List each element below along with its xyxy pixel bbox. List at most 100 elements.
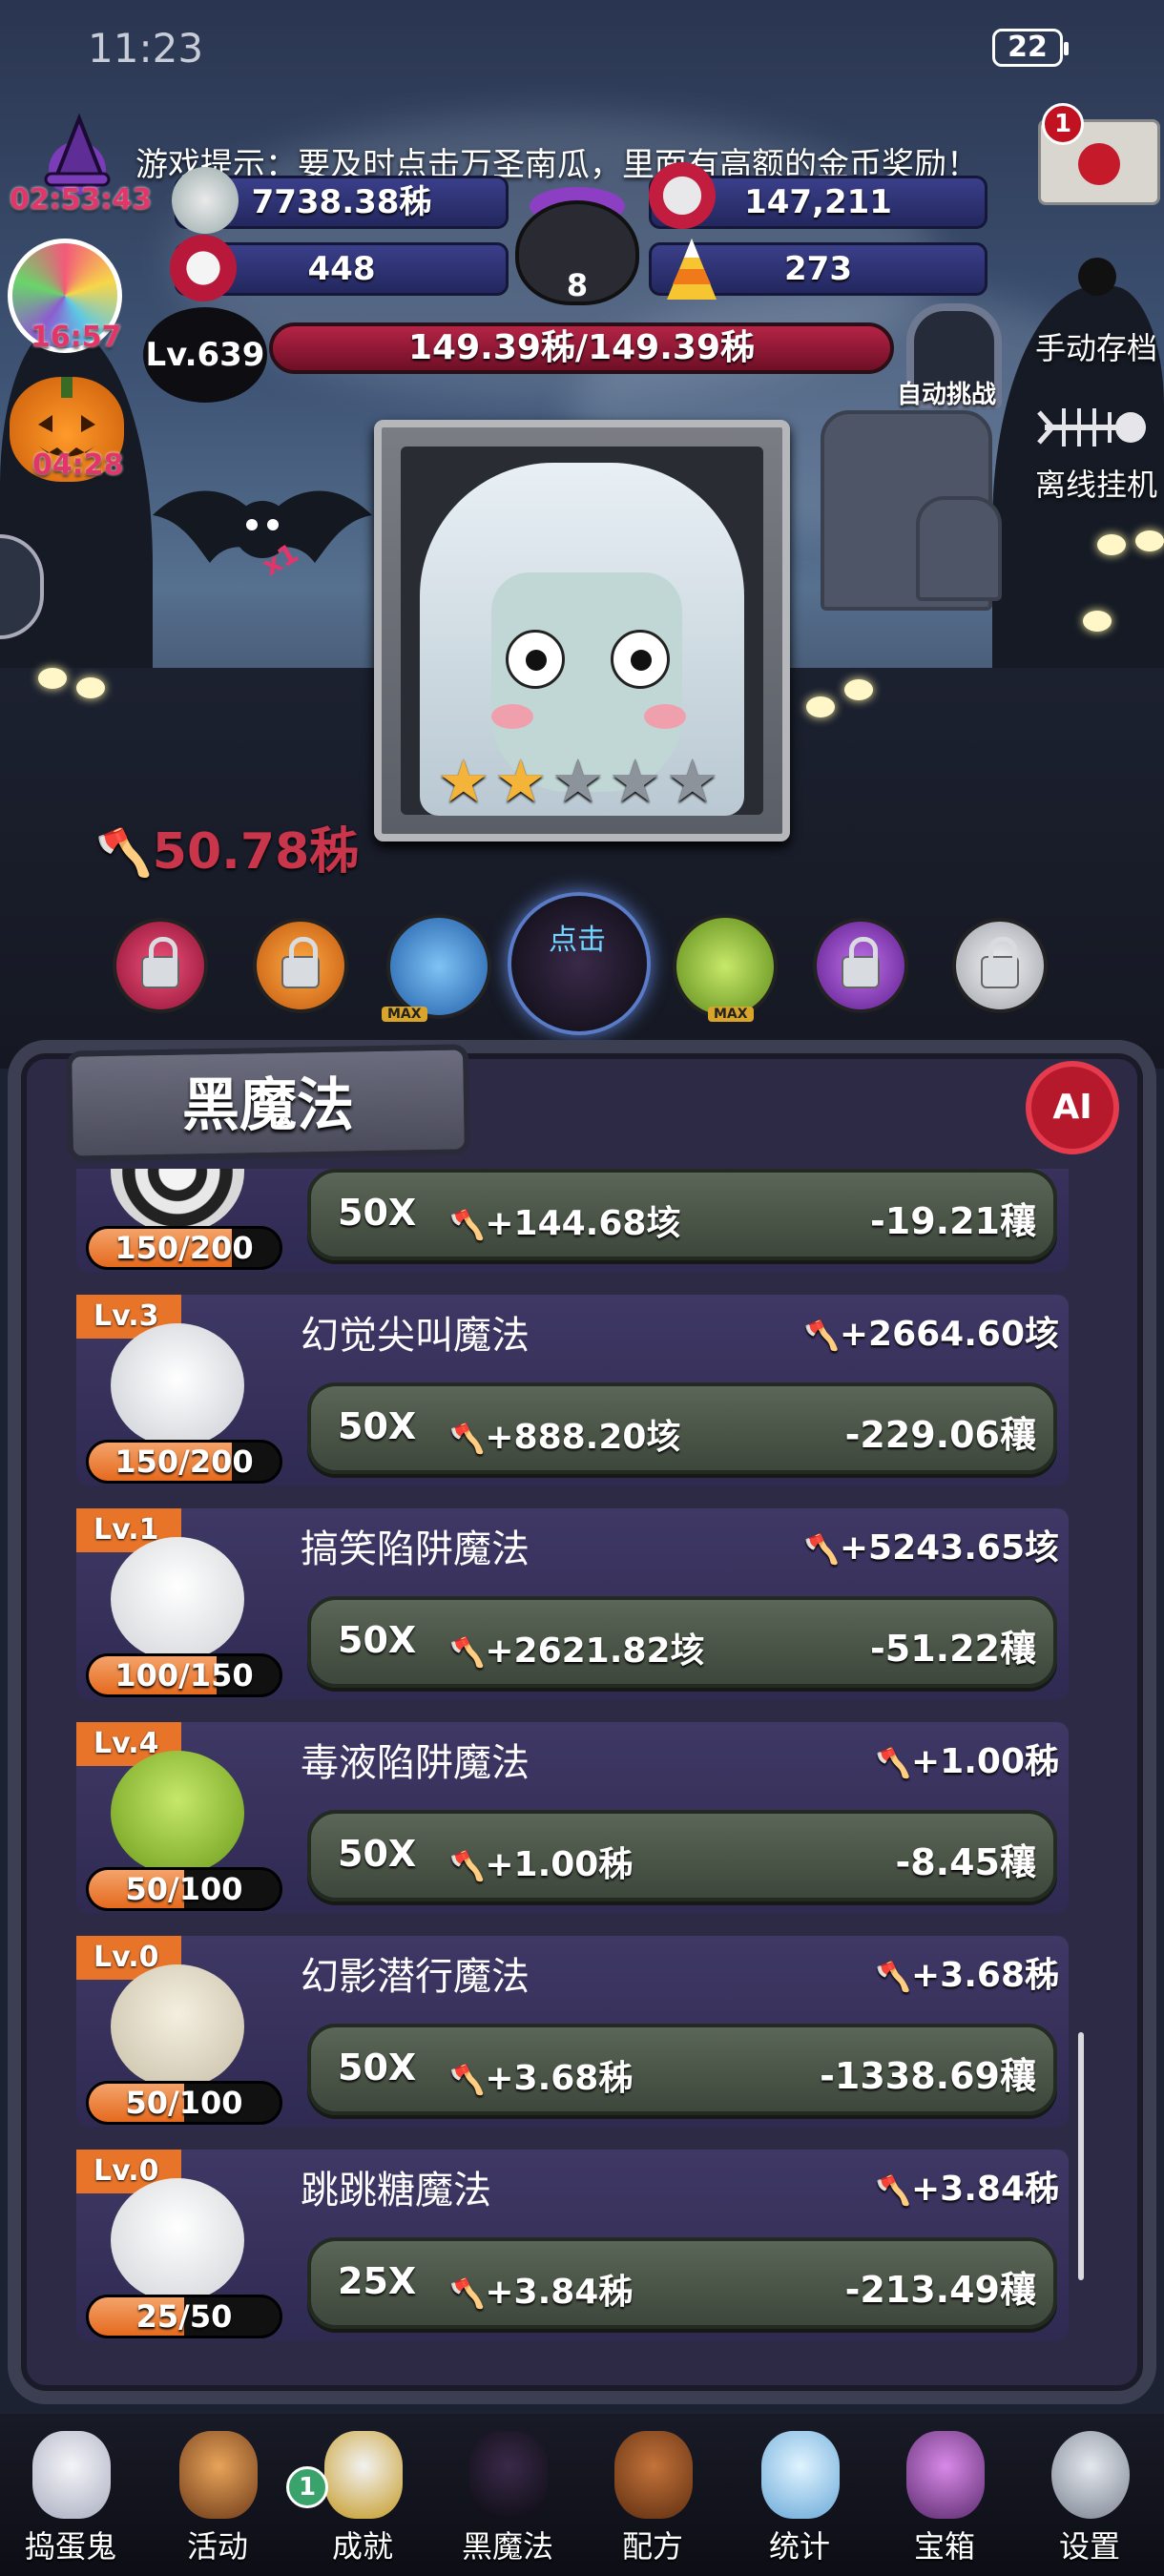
upgrade-button[interactable]: 50X 🪓+2621.82垓 -51.22穰 bbox=[307, 1596, 1057, 1688]
upgrade-button[interactable]: 25X 🪓+3.84秭 -213.49穰 bbox=[307, 2237, 1057, 2329]
upgrade-gain-value: +1.00秭 bbox=[485, 1845, 634, 1884]
axe-icon: 🪓 bbox=[803, 1319, 840, 1353]
candy-timer: 16:57 bbox=[31, 321, 122, 354]
spell-progress-text: 25/50 bbox=[135, 2298, 233, 2335]
locked-slot-white[interactable] bbox=[952, 918, 1048, 1013]
axe-icon: 🪓 bbox=[95, 826, 153, 880]
click-damage: 🪓50.78秭 bbox=[95, 811, 359, 883]
spell-row: Lv.0 25/50 跳跳糖魔法 🪓+3.84秭 25X 🪓+3.84秭 -213.49穰 bbox=[76, 2150, 1069, 2354]
boss-blush-left bbox=[491, 704, 533, 729]
upgrade-cost: -213.49穰 bbox=[844, 2269, 1036, 2311]
ai-button[interactable]: AI bbox=[1026, 1061, 1119, 1154]
nav-item-0[interactable]: 捣蛋鬼 bbox=[4, 2414, 137, 2576]
nav-item-4[interactable]: 配方 bbox=[586, 2414, 719, 2576]
upgrade-button[interactable]: 50X 🪓+3.68秭 -1338.69穰 bbox=[307, 2024, 1057, 2115]
axe-icon: 🪓 bbox=[449, 2277, 486, 2311]
offline-idle-label[interactable]: 离线挂机 bbox=[1035, 461, 1157, 505]
green-skull-slot[interactable] bbox=[673, 914, 778, 1019]
nav-label: 活动 bbox=[186, 2528, 248, 2565]
spell-progress-bar: 150/200 bbox=[86, 1226, 282, 1270]
level-badge: Lv.639 bbox=[143, 307, 267, 403]
spell-progress-text: 150/200 bbox=[114, 1444, 254, 1480]
upgrade-gain: 🪓+2621.82垓 bbox=[449, 1623, 705, 1672]
corn-candy-value: 273 bbox=[784, 250, 852, 288]
click-damage-value: 50.78秭 bbox=[152, 823, 360, 881]
boss-blush-right bbox=[644, 704, 686, 729]
skull-potion-icon bbox=[649, 162, 716, 229]
locked-slot-purple[interactable] bbox=[813, 918, 908, 1013]
nav-item-7[interactable]: 设置 bbox=[1023, 2414, 1156, 2576]
spider-icon[interactable] bbox=[1078, 258, 1116, 296]
star-filled-icon: ★ bbox=[494, 746, 548, 816]
nav-item-6[interactable]: 宝箱 bbox=[878, 2414, 1011, 2576]
achievement-badge: 1 bbox=[286, 2466, 328, 2508]
upgrade-gain-value: +2621.82垓 bbox=[485, 1631, 705, 1671]
nav-label: 黑魔法 bbox=[461, 2528, 553, 2565]
nav-label: 宝箱 bbox=[913, 2528, 975, 2565]
spell-row: 150/200 50X 🪓+144.68垓 -19.21穰 bbox=[76, 1169, 1069, 1285]
witch-timer: 02:53:43 bbox=[10, 183, 153, 217]
manual-save-label[interactable]: 手动存档 bbox=[1035, 324, 1157, 368]
fish-bone-icon[interactable] bbox=[1035, 399, 1150, 456]
locked-slot-orange[interactable] bbox=[253, 918, 348, 1013]
blue-skull-slot[interactable] bbox=[386, 914, 491, 1019]
spell-list[interactable]: 150/200 50X 🪓+144.68垓 -19.21穰 Lv.3 150/200 幻觉尖… bbox=[76, 1169, 1069, 2380]
scrollbar[interactable] bbox=[1078, 2032, 1084, 2280]
lock-icon bbox=[981, 937, 1019, 988]
spell-progress-text: 50/100 bbox=[125, 2085, 243, 2121]
spell-progress-bar: 150/200 bbox=[86, 1440, 282, 1484]
cauldron-count: 8 bbox=[566, 267, 589, 303]
axe-icon: 🪓 bbox=[449, 1636, 486, 1670]
poison-zombie-icon bbox=[111, 1751, 244, 1875]
upgrade-gain: 🪓+1.00秭 bbox=[449, 1837, 633, 1886]
upgrade-button[interactable]: 50X 🪓+888.20垓 -229.06穰 bbox=[307, 1382, 1057, 1474]
axe-icon: 🪓 bbox=[449, 1850, 486, 1883]
screaming-ghost-icon bbox=[111, 1323, 244, 1447]
max-tag-blue: MAX bbox=[382, 1007, 427, 1022]
candy-corn-icon bbox=[658, 237, 725, 303]
axe-icon: 🪓 bbox=[449, 1209, 486, 1242]
upgrade-cost: -8.45穰 bbox=[895, 1841, 1036, 1883]
upgrade-gain: 🪓+144.68垓 bbox=[449, 1195, 680, 1245]
status-time: 11:23 bbox=[88, 25, 204, 72]
spell-dps-value: +5243.65垓 bbox=[839, 1528, 1059, 1568]
upgrade-cost: -19.21穰 bbox=[870, 1200, 1036, 1242]
boss-eye-left bbox=[506, 630, 565, 689]
upgrade-cost: -229.06穰 bbox=[844, 1414, 1036, 1456]
scream-mask-icon bbox=[111, 2178, 244, 2302]
mail-badge: 1 bbox=[1042, 103, 1084, 145]
coin-bag-icon bbox=[172, 167, 239, 234]
battery-indicator: 22 bbox=[992, 29, 1069, 67]
upgrade-gain: 🪓+888.20垓 bbox=[449, 1409, 680, 1459]
auto-challenge-label: 自动挑战 bbox=[897, 381, 997, 409]
devil-slot[interactable] bbox=[508, 892, 651, 1035]
spell-name: 幻觉尖叫魔法 bbox=[301, 1314, 530, 1358]
nav-label: 捣蛋鬼 bbox=[24, 2528, 116, 2565]
nav-label: 统计 bbox=[768, 2528, 830, 2565]
nav-item-3[interactable]: 黑魔法 bbox=[441, 2414, 574, 2576]
mail-seal-icon bbox=[1078, 143, 1120, 185]
nav-label: 成就 bbox=[331, 2528, 393, 2565]
nav-label: 配方 bbox=[621, 2528, 683, 2565]
nav-item-1[interactable]: 活动 bbox=[151, 2414, 284, 2576]
upgrade-button[interactable]: 50X 🪓+1.00秭 -8.45穰 bbox=[307, 1810, 1057, 1901]
nav-item-5[interactable]: 统计 bbox=[733, 2414, 866, 2576]
spell-dps: 🪓+3.68秭 bbox=[876, 1947, 1059, 1997]
spell-progress-bar: 50/100 bbox=[86, 1867, 282, 1911]
crystal-ball-icon bbox=[761, 2431, 840, 2519]
upgrade-gain-value: +3.84秭 bbox=[485, 2273, 634, 2312]
axe-icon: 🪓 bbox=[449, 2064, 486, 2097]
upgrade-button[interactable]: 50X 🪓+144.68垓 -19.21穰 bbox=[307, 1169, 1057, 1260]
axe-icon: 🪓 bbox=[875, 2174, 911, 2208]
spell-row: Lv.1 100/150 搞笑陷阱魔法 🪓+5243.65垓 50X 🪓+2621.82垓… bbox=[76, 1508, 1069, 1713]
boss-hp-bar: 149.39秭/149.39秭 bbox=[269, 322, 894, 374]
spell-dps-value: +2664.60垓 bbox=[839, 1315, 1059, 1354]
locked-slot-red[interactable] bbox=[113, 918, 208, 1013]
spell-dps-value: +3.68秭 bbox=[911, 1956, 1059, 1995]
bat-icon[interactable] bbox=[153, 467, 372, 601]
axe-icon: 🪓 bbox=[875, 1747, 911, 1780]
spell-dps-value: +3.84秭 bbox=[911, 2170, 1059, 2209]
spell-dps: 🪓+5243.65垓 bbox=[804, 1520, 1060, 1569]
upgrade-gain-value: +888.20垓 bbox=[485, 1418, 681, 1457]
lock-icon bbox=[281, 937, 320, 988]
